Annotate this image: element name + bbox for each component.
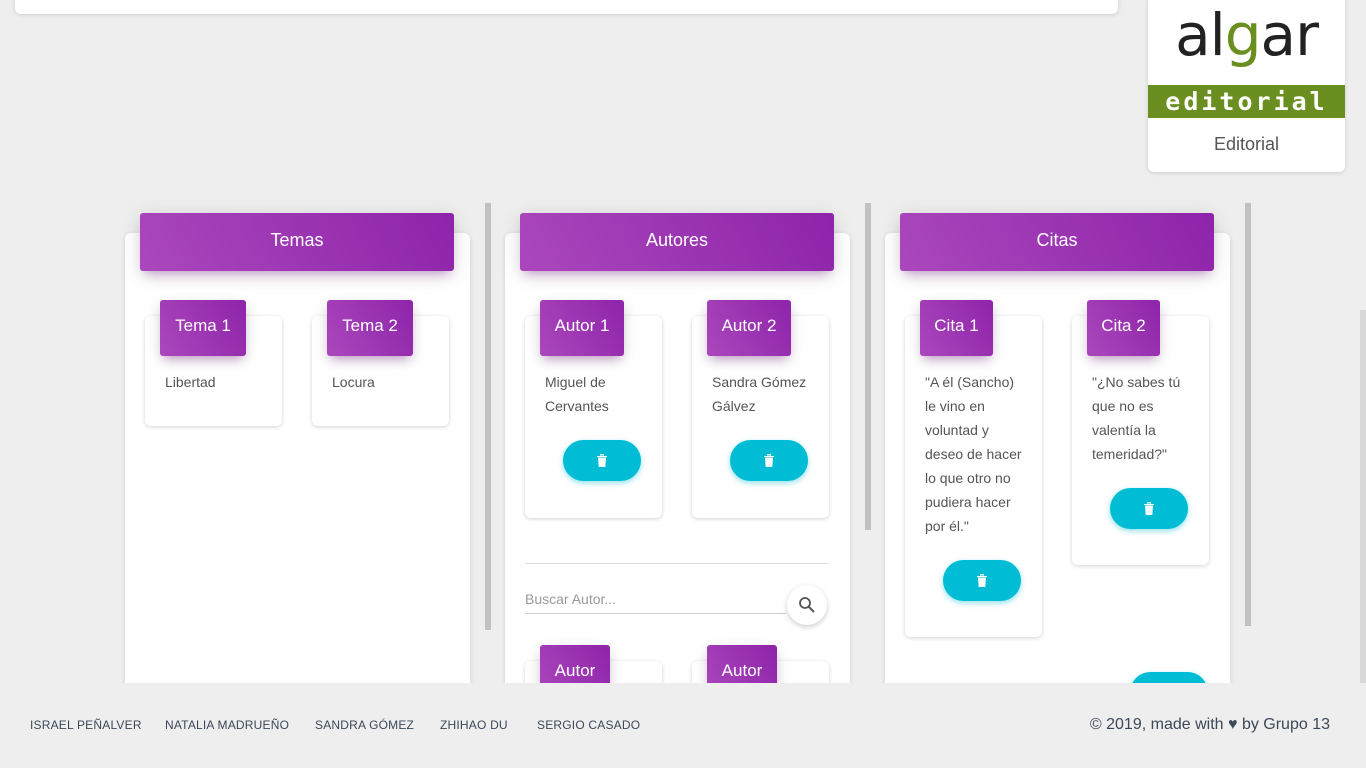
- autor-card-header: Autor 1: [540, 300, 624, 356]
- search-icon: [799, 597, 815, 613]
- delete-button[interactable]: [563, 440, 641, 481]
- trash-icon: [1144, 502, 1154, 515]
- temas-header: Temas: [140, 213, 454, 271]
- search-button[interactable]: [787, 585, 827, 625]
- cita-card-text: "A él (Sancho) le vino en voluntad y des…: [925, 374, 1022, 534]
- trash-icon: [977, 574, 987, 587]
- copyright-suffix: by Grupo 13: [1241, 716, 1330, 733]
- autores-header: Autores: [520, 213, 834, 271]
- footer-link[interactable]: ZHIHAO DU: [440, 718, 508, 732]
- tema-card-text: Locura: [332, 374, 375, 390]
- autor-card-text: Sandra Gómez Gálvez: [712, 374, 807, 414]
- delete-button[interactable]: [1110, 488, 1188, 529]
- top-card: [15, 0, 1118, 14]
- autor-card-text: Miguel de Cervantes: [545, 374, 609, 414]
- tema-card-header: Tema 1: [160, 300, 246, 356]
- heart-icon: ♥: [1227, 716, 1238, 733]
- publisher-label: Editorial: [1213, 134, 1280, 154]
- footer-link[interactable]: ISRAEL PEÑALVER: [30, 718, 142, 732]
- citas-scrollbar[interactable]: [1245, 203, 1251, 626]
- autores-divider: [525, 563, 829, 564]
- footer-link[interactable]: SANDRA GÓMEZ: [315, 718, 414, 732]
- copyright: © 2019, made with ♥ by Grupo 13: [1090, 716, 1330, 734]
- cita-card-header: Cita 1: [920, 300, 993, 356]
- publisher-logo: algar: [1175, 1, 1319, 69]
- tema-card-text: Libertad: [165, 374, 216, 390]
- footer-link[interactable]: NATALIA MADRUEÑO: [165, 718, 289, 732]
- cita-card-text: "¿No sabes tú que no es valentía la teme…: [1092, 374, 1181, 462]
- tema-card-header: Tema 2: [327, 300, 413, 356]
- trash-icon: [764, 454, 774, 467]
- trash-icon: [597, 454, 607, 467]
- autor-card-header: Autor 2: [707, 300, 791, 356]
- search-autor-input[interactable]: [525, 584, 786, 614]
- copyright-prefix: © 2019, made with: [1089, 716, 1224, 733]
- footer-link[interactable]: SERGIO CASADO: [537, 718, 640, 732]
- cita-card-header: Cita 2: [1087, 300, 1160, 356]
- delete-button[interactable]: [943, 560, 1021, 601]
- publisher-logo-band: editorial: [1148, 85, 1345, 118]
- temas-scrollbar[interactable]: [485, 203, 491, 630]
- page-scrollbar[interactable]: [1360, 310, 1366, 684]
- delete-button[interactable]: [730, 440, 808, 481]
- citas-header: Citas: [900, 213, 1214, 271]
- autores-scrollbar[interactable]: [865, 203, 871, 530]
- publisher-card[interactable]: algar editorial Editorial: [1148, 0, 1345, 172]
